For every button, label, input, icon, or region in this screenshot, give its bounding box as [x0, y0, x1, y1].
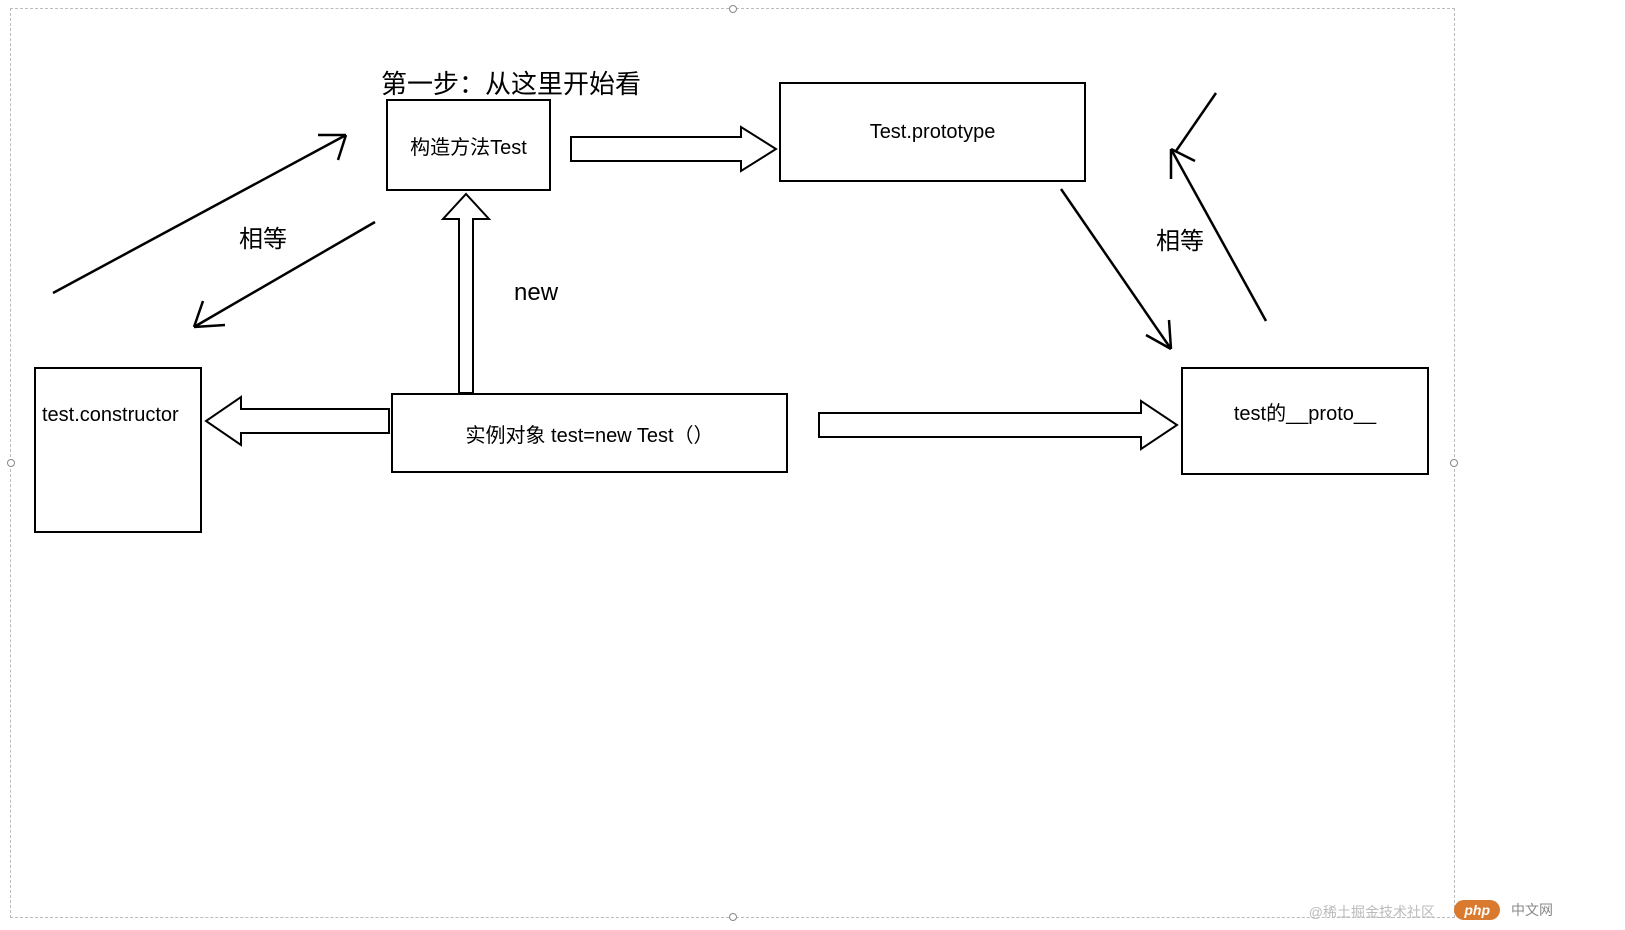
arrow-constructor-to-prototype [571, 127, 776, 171]
resize-handle-top[interactable] [729, 5, 737, 13]
prototype-box[interactable]: Test.prototype [779, 82, 1086, 182]
equal-right-label: 相等 [1156, 221, 1204, 256]
php-badge: php [1454, 900, 1500, 920]
arrow-instance-to-proto [819, 401, 1177, 449]
step-title: 第一步：从这里开始看 [381, 64, 641, 101]
php-site-label: 中文网 [1511, 900, 1553, 920]
equal-left-arrows [53, 135, 375, 327]
proto-box[interactable]: test的__proto__ [1181, 367, 1429, 475]
new-label: new [514, 279, 558, 307]
arrow-instance-to-testconstructor [206, 397, 389, 445]
watermark-juejin: @稀土掘金技术社区 [1309, 902, 1435, 922]
resize-handle-right[interactable] [1450, 459, 1458, 467]
test-constructor-box[interactable]: test.constructor [34, 367, 202, 533]
constructor-box[interactable]: 构造方法Test [386, 99, 551, 191]
resize-handle-bottom[interactable] [729, 913, 737, 921]
instance-box[interactable]: 实例对象 test=new Test（） [391, 393, 788, 473]
equal-left-label: 相等 [239, 219, 287, 254]
diagram-canvas: 第一步：从这里开始看 构造方法Test Test.prototype test.… [10, 8, 1455, 918]
resize-handle-left[interactable] [7, 459, 15, 467]
arrow-instance-to-constructor [443, 194, 489, 393]
